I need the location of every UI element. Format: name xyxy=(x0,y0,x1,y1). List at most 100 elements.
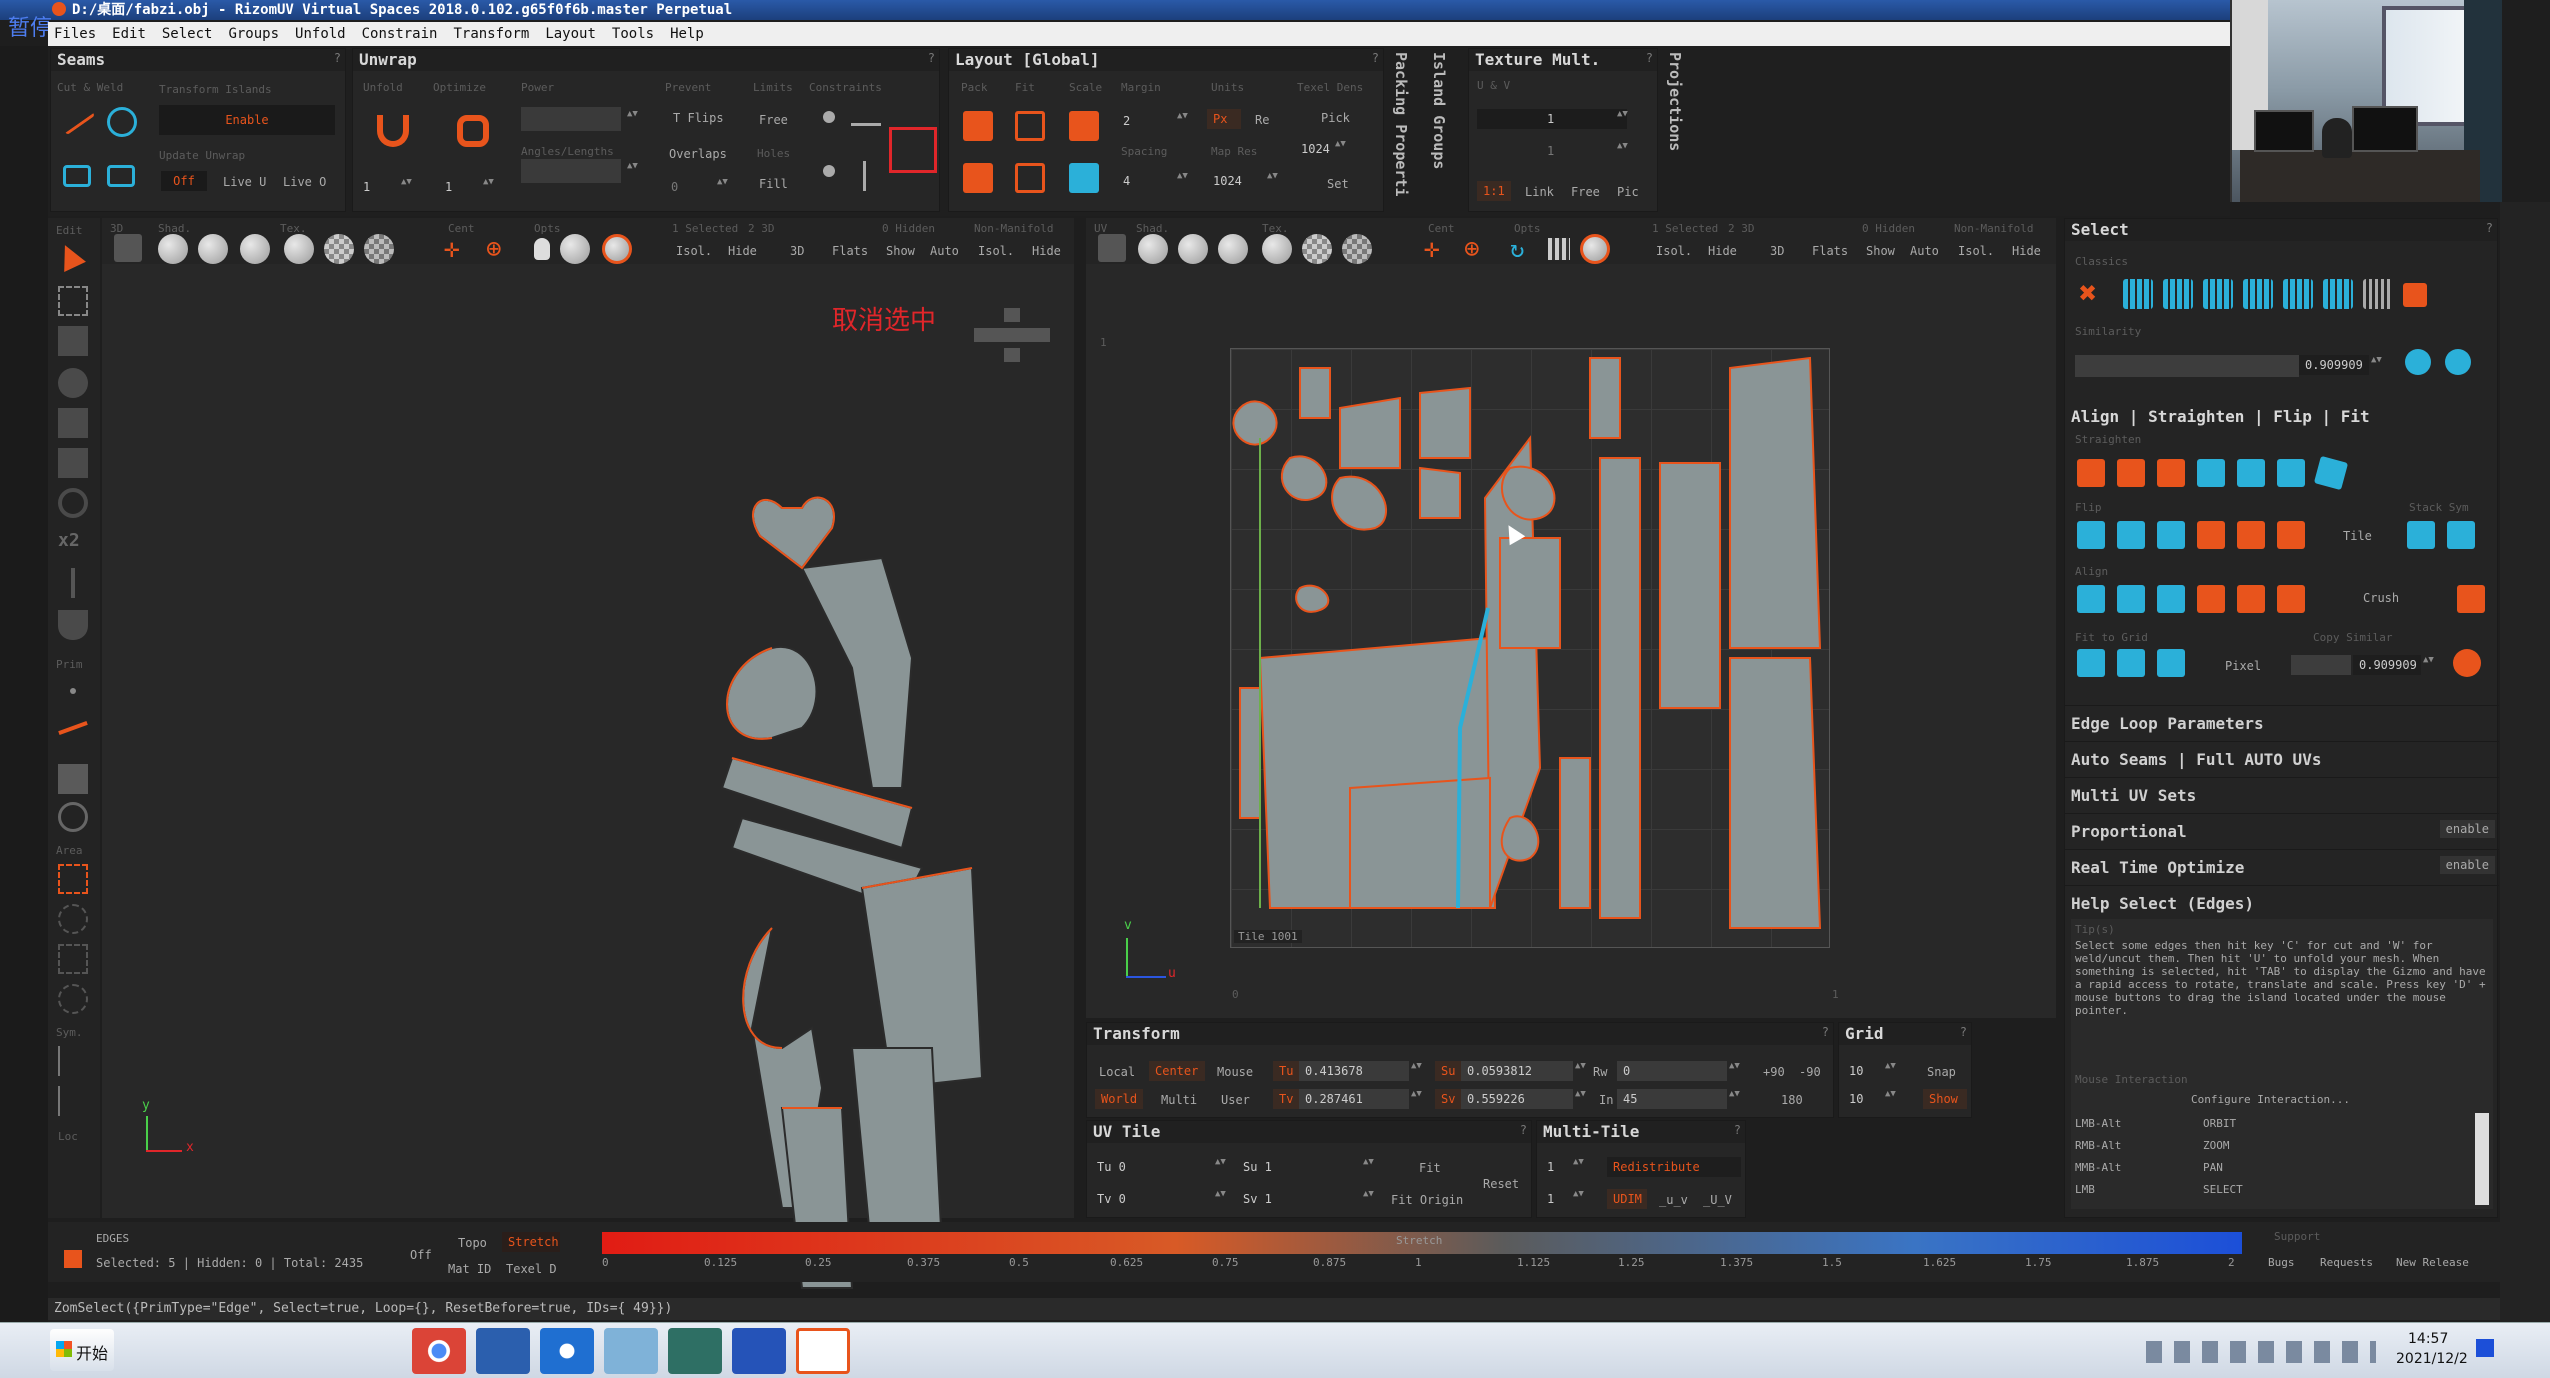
angles-lengths-slider[interactable] xyxy=(521,159,621,183)
map-res-top-spinner[interactable]: ▲▼ xyxy=(1335,139,1346,159)
shield-icon[interactable] xyxy=(58,610,88,640)
shading-flat-icon[interactable] xyxy=(1138,234,1168,264)
cube-icon[interactable] xyxy=(58,448,88,478)
app4-taskbar-icon[interactable] xyxy=(604,1328,658,1374)
help-icon[interactable]: ? xyxy=(1372,51,1379,65)
opts-orange-ball-icon[interactable] xyxy=(1580,234,1610,264)
display-off-button[interactable]: Off xyxy=(410,1248,432,1262)
tu-spinner[interactable]: ▲▼ xyxy=(1411,1061,1422,1081)
lasso-icon[interactable] xyxy=(58,904,88,934)
mouse-button[interactable]: Mouse xyxy=(1217,1065,1253,1079)
view-cube-icon[interactable] xyxy=(974,308,1054,366)
opts-orange-ball-icon[interactable] xyxy=(602,234,632,264)
set-button[interactable]: Set xyxy=(1327,177,1349,191)
circle-select-icon[interactable] xyxy=(58,984,88,1014)
face-mode-icon[interactable] xyxy=(58,764,88,794)
flip-v-icon[interactable] xyxy=(2117,521,2145,549)
off-button[interactable]: Off xyxy=(161,171,207,191)
stack-sym-icon[interactable] xyxy=(2407,521,2435,549)
isol2-button[interactable]: Isol. xyxy=(978,244,1014,258)
su-spinner[interactable]: ▲▼ xyxy=(1575,1061,1586,1081)
angles-spinner[interactable]: ▲▼ xyxy=(627,161,638,181)
menu-tools[interactable]: Tools xyxy=(612,26,654,42)
margin-spinner[interactable]: ▲▼ xyxy=(1177,111,1188,131)
proportional-enable-button[interactable]: enable xyxy=(2439,820,2495,838)
section-help-select[interactable]: Help Select (Edges) xyxy=(2065,885,2499,919)
rizomuv-taskbar-icon[interactable] xyxy=(796,1328,850,1374)
rotate-minus-90-button[interactable]: -90 xyxy=(1799,1065,1821,1079)
align-bottom-icon[interactable] xyxy=(2277,585,2305,613)
power-spinner[interactable]: ▲▼ xyxy=(627,109,638,129)
3d-button[interactable]: 3D xyxy=(1770,244,1784,258)
tile-button[interactable]: Tile xyxy=(2343,529,2372,543)
start-button[interactable]: 开始 xyxy=(50,1329,114,1371)
configure-interaction-button[interactable]: Configure Interaction... xyxy=(2191,1093,2350,1106)
show-button[interactable]: Show xyxy=(1866,244,1895,258)
v-mult-field[interactable]: 1 xyxy=(1477,141,1627,161)
shading-wire-icon[interactable] xyxy=(1178,234,1208,264)
t-flips-toggle[interactable]: T Flips xyxy=(673,111,724,125)
island-mode-icon[interactable] xyxy=(58,802,88,832)
tv-spinner[interactable]: ▲▼ xyxy=(1411,1089,1422,1109)
u-mult-field[interactable]: 1 xyxy=(1477,109,1627,129)
menu-select[interactable]: Select xyxy=(162,26,213,42)
texture-flat-icon[interactable] xyxy=(1262,234,1292,264)
straighten-plus-icon[interactable] xyxy=(2157,459,2185,487)
light-bulb-icon[interactable] xyxy=(534,238,550,260)
section-multi-uv-sets[interactable]: Multi UV Sets xyxy=(2065,777,2499,811)
enable-button[interactable]: Enable xyxy=(159,105,335,135)
topo-button[interactable]: Topo xyxy=(458,1236,487,1250)
similarity-slider[interactable] xyxy=(2075,355,2299,377)
menu-edit[interactable]: Edit xyxy=(112,26,146,42)
select-similar-icon[interactable] xyxy=(2405,349,2431,375)
texture-checker-icon[interactable] xyxy=(324,234,354,264)
optimize-iter-spinner[interactable]: ▲▼ xyxy=(483,177,494,197)
stack-sym2-icon[interactable] xyxy=(2447,521,2475,549)
stretch-button[interactable]: Stretch xyxy=(502,1232,560,1252)
chrome-taskbar-icon[interactable] xyxy=(412,1328,466,1374)
in-field[interactable]: 45 xyxy=(1617,1089,1727,1109)
opts-ring-icon[interactable] xyxy=(560,234,590,264)
UV-button[interactable]: _U_V xyxy=(1703,1193,1732,1207)
similarity-value[interactable]: 0.909909 xyxy=(2299,355,2369,375)
pick-button[interactable]: Pick xyxy=(1321,111,1350,125)
help-icon[interactable]: ? xyxy=(1734,1123,1741,1137)
straighten-rotate-icon[interactable] xyxy=(2313,455,2349,491)
unfold-iter-field[interactable]: 1 xyxy=(357,177,397,197)
pic-button[interactable]: Pic xyxy=(1617,185,1639,199)
prevent-field[interactable]: 0 xyxy=(665,177,715,197)
edge-constraint-icon[interactable] xyxy=(851,123,881,126)
show-desktop-button[interactable] xyxy=(2476,1339,2494,1357)
fit-origin-button[interactable]: Fit Origin xyxy=(1391,1193,1463,1207)
help-icon[interactable]: ? xyxy=(334,51,341,65)
rto-enable-button[interactable]: enable xyxy=(2439,856,2495,874)
select-grid5-icon[interactable] xyxy=(2323,279,2353,309)
overlaps-toggle[interactable]: Overlaps xyxy=(669,147,727,161)
su-field[interactable]: 0.0593812 xyxy=(1461,1061,1573,1081)
grid-v1-field[interactable]: 10 xyxy=(1843,1061,1883,1081)
vertical-constraint-icon[interactable] xyxy=(863,161,866,191)
3d-button[interactable]: 3D xyxy=(790,244,804,258)
frame-icon[interactable] xyxy=(114,234,142,262)
select-grid2-icon[interactable] xyxy=(2203,279,2233,309)
flip-h3-icon[interactable] xyxy=(2237,521,2265,549)
menu-constrain[interactable]: Constrain xyxy=(362,26,438,42)
shading-grid-icon[interactable] xyxy=(240,234,270,264)
command-line[interactable]: ZomSelect({PrimType="Edge", Select=true,… xyxy=(48,1298,2500,1320)
texture-flat-icon[interactable] xyxy=(284,234,314,264)
section-proportional[interactable]: Proportional enable xyxy=(2065,813,2499,847)
viewport-uv[interactable]: UV Shad. Tex. Cent Opts ✛ ⊕ ↻ 1 Selected… xyxy=(1086,218,2056,1018)
flip-h2-icon[interactable] xyxy=(2157,521,2185,549)
isol-button[interactable]: Isol. xyxy=(676,244,712,258)
app5-taskbar-icon[interactable] xyxy=(668,1328,722,1374)
shading-flat-icon[interactable] xyxy=(158,234,188,264)
texture-checker2-icon[interactable] xyxy=(364,234,394,264)
copy-similar-spinner[interactable]: ▲▼ xyxy=(2423,655,2434,675)
crush-button[interactable]: Crush xyxy=(2363,591,2399,605)
flip-h-icon[interactable] xyxy=(2077,521,2105,549)
center-gizmo-icon[interactable]: ✛ xyxy=(444,236,470,262)
flip-v2-icon[interactable] xyxy=(2197,521,2225,549)
app3-taskbar-icon[interactable] xyxy=(540,1328,594,1374)
help-icon[interactable]: ? xyxy=(1646,51,1653,65)
free-toggle[interactable]: Free xyxy=(759,113,788,127)
